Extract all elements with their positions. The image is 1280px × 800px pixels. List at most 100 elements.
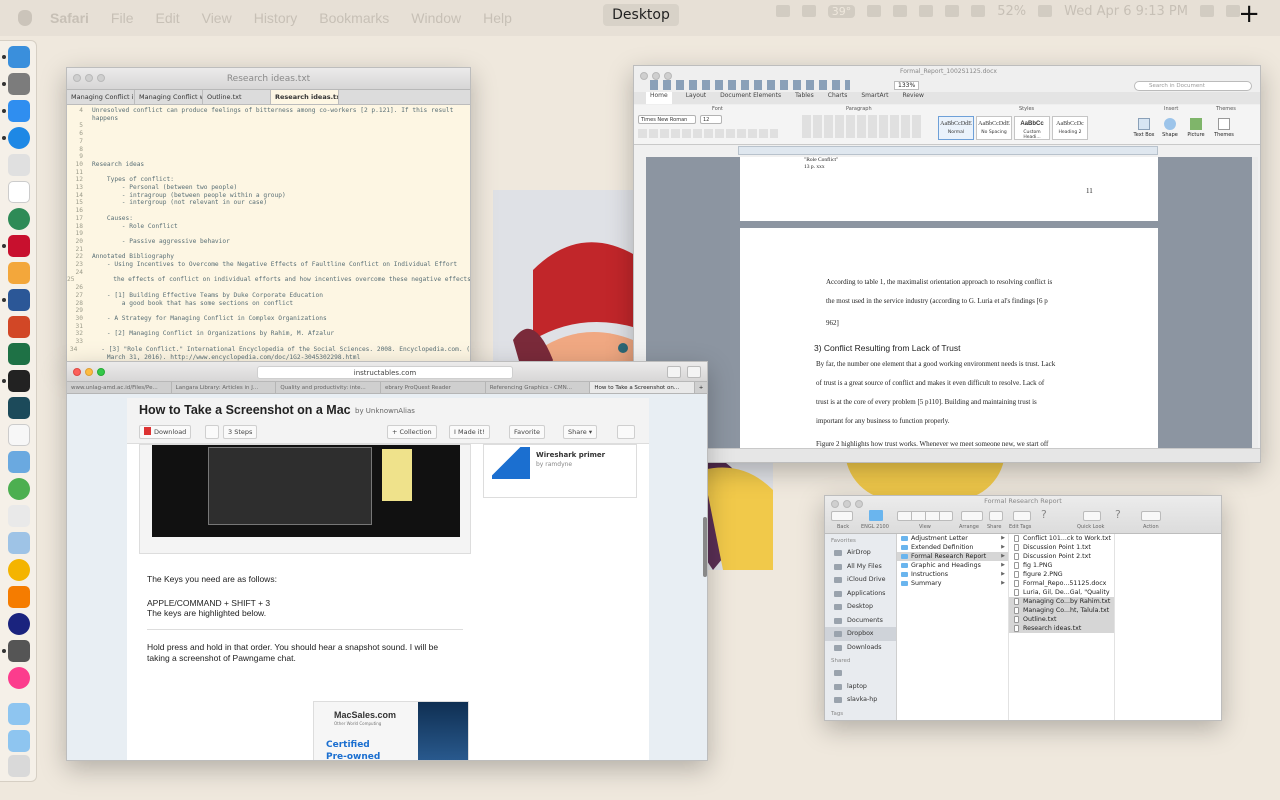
- file-row[interactable]: Managing Co...by Rahim.txt: [1009, 597, 1114, 606]
- wifi-icon[interactable]: [919, 5, 934, 17]
- help-icon[interactable]: ?: [1041, 508, 1047, 521]
- ribbon-tab-review[interactable]: Review: [902, 92, 923, 104]
- insert-picture-button[interactable]: Picture: [1184, 118, 1208, 138]
- sidebar-item[interactable]: Desktop: [825, 600, 896, 614]
- editor-tab-active[interactable]: Research ideas.txt x: [271, 90, 339, 104]
- file-row[interactable]: Managing Co...ht, Talula.txt: [1009, 606, 1114, 615]
- folder-row[interactable]: Adjustment Letter ▶: [897, 534, 1008, 543]
- document-page[interactable]: According to table 1, the maximalist ori…: [740, 228, 1158, 458]
- article-byline[interactable]: by UnknownAlias: [355, 407, 415, 415]
- close-button[interactable]: [640, 72, 648, 80]
- collection-button[interactable]: + Collection: [387, 425, 437, 439]
- download-button[interactable]: Download: [139, 425, 192, 439]
- editor-text-area[interactable]: 4 Unresolved conflict can produce feeling…: [67, 105, 470, 366]
- menu-window[interactable]: Window: [411, 10, 461, 26]
- input-source-icon[interactable]: [971, 5, 986, 17]
- related-card[interactable]: Wireshark primer by ramdyne: [483, 444, 637, 498]
- file-row[interactable]: Discussion Point 2.txt: [1009, 552, 1114, 561]
- file-row[interactable]: Outline.txt: [1009, 615, 1114, 624]
- quick-look-button[interactable]: [1083, 511, 1101, 521]
- favorite-button[interactable]: Favorite: [509, 425, 545, 439]
- arrange-button[interactable]: [961, 511, 983, 521]
- folder-row[interactable]: Formal Research Report ▶: [897, 552, 1008, 561]
- zoom-button[interactable]: [97, 368, 105, 376]
- minimize-button[interactable]: [85, 368, 93, 376]
- editor-tab[interactable]: Managing Conflict with Peers by Cartwrig…: [135, 90, 203, 104]
- style-heading-2[interactable]: AaBbCcDc Heading 2: [1052, 116, 1088, 140]
- help-icon[interactable]: ?: [1115, 508, 1121, 521]
- zoom-field[interactable]: 133%: [894, 81, 920, 90]
- battery-icon[interactable]: [1038, 5, 1053, 17]
- editor-titlebar[interactable]: Research ideas.txt: [67, 68, 470, 90]
- adobe-icon[interactable]: [801, 5, 816, 17]
- downloads-folder-icon[interactable]: [8, 730, 30, 752]
- grid-view-button[interactable]: [205, 425, 219, 439]
- sidebar-item[interactable]: Dropbox: [825, 627, 896, 641]
- style-no-spacing[interactable]: AaBbCcDdE No Spacing: [976, 116, 1012, 140]
- word-icon[interactable]: [8, 289, 30, 311]
- editor-tab[interactable]: Outline.txt: [203, 90, 271, 104]
- clock[interactable]: Wed Apr 6 9:13 PM: [1064, 4, 1188, 19]
- minimize-button[interactable]: [652, 72, 660, 80]
- document-page-top[interactable]: "Role Conflict" 13 p. xxx 11: [740, 157, 1158, 221]
- bluetooth-icon[interactable]: [893, 5, 908, 17]
- vertical-scrollbar[interactable]: [1252, 157, 1258, 450]
- powerpoint-icon[interactable]: [8, 316, 30, 338]
- volume-icon[interactable]: [945, 5, 960, 17]
- insert-textbox-button[interactable]: Text Box: [1132, 118, 1156, 138]
- folder-row[interactable]: Graphic and Headings ▶: [897, 561, 1008, 570]
- file-row[interactable]: fig 1.PNG: [1009, 561, 1114, 570]
- ribbon-tab-layout[interactable]: Layout: [686, 92, 706, 104]
- action-button[interactable]: [1141, 511, 1161, 521]
- share-icon[interactable]: [667, 366, 681, 378]
- file-row[interactable]: Formal_Repo...51125.docx: [1009, 579, 1114, 588]
- system-preferences-icon[interactable]: [8, 73, 30, 95]
- browser-tab[interactable]: Quality and productivity: inte...: [276, 382, 382, 393]
- editor-tab[interactable]: Managing Conflict in Organizations by Ra…: [67, 90, 135, 104]
- preview-icon[interactable]: [8, 451, 30, 473]
- weather-badge[interactable]: 39°: [827, 4, 856, 18]
- view-buttons[interactable]: [897, 511, 953, 521]
- terminal-icon[interactable]: [8, 370, 30, 392]
- minimize-button[interactable]: [85, 74, 93, 82]
- new-tab-button[interactable]: +: [695, 382, 707, 393]
- app-store-icon[interactable]: [8, 100, 30, 122]
- sidebar-item[interactable]: Applications: [825, 587, 896, 601]
- menu-bookmarks[interactable]: Bookmarks: [319, 10, 389, 26]
- step-image[interactable]: [139, 444, 471, 554]
- tabs-overview-icon[interactable]: [687, 366, 701, 378]
- folder-row[interactable]: Summary ▶: [897, 579, 1008, 588]
- menu-view[interactable]: View: [202, 10, 232, 26]
- sidebar-item[interactable]: slavka-hp: [825, 693, 896, 707]
- photos-icon[interactable]: [8, 559, 30, 581]
- close-button[interactable]: [73, 74, 81, 82]
- trash-icon[interactable]: [8, 755, 30, 777]
- folder-icon[interactable]: [869, 510, 883, 521]
- style-normal[interactable]: AaBbCcDdE Normal: [938, 116, 974, 140]
- menu-file[interactable]: File: [111, 10, 134, 26]
- share-button[interactable]: Share ▾: [563, 425, 598, 439]
- add-space-button[interactable]: +: [1238, 0, 1260, 28]
- file-row[interactable]: Research ideas.txt: [1009, 624, 1114, 633]
- page-scrollbar[interactable]: [703, 517, 707, 577]
- maps-icon[interactable]: [8, 478, 30, 500]
- sidebar-item[interactable]: [825, 666, 896, 680]
- ruler[interactable]: [738, 146, 1158, 155]
- steps-button[interactable]: 3 Steps: [223, 425, 258, 439]
- themes-button[interactable]: Themes: [1212, 118, 1236, 138]
- file-row[interactable]: Conflict 101...ck to Work.txt: [1009, 534, 1114, 543]
- menu-edit[interactable]: Edit: [155, 10, 179, 26]
- font-size-select[interactable]: 12: [700, 115, 722, 124]
- safari-icon[interactable]: [8, 127, 30, 149]
- sublime-icon[interactable]: [8, 640, 30, 662]
- font-name-select[interactable]: Times New Roman: [638, 115, 696, 124]
- browser-tab[interactable]: Langara Library: Articles in J...: [172, 382, 277, 393]
- space-desktop-label[interactable]: Desktop: [603, 4, 679, 26]
- folder-row[interactable]: Extended Definition ▶: [897, 543, 1008, 552]
- insert-shape-button[interactable]: Shape: [1158, 118, 1182, 138]
- ribbon-tab-tables[interactable]: Tables: [795, 92, 814, 104]
- calendar-icon[interactable]: [8, 181, 30, 203]
- file-row[interactable]: figure 2.PNG: [1009, 570, 1114, 579]
- apple-menu-icon[interactable]: [18, 10, 32, 26]
- edit-tags-button[interactable]: [1013, 511, 1031, 521]
